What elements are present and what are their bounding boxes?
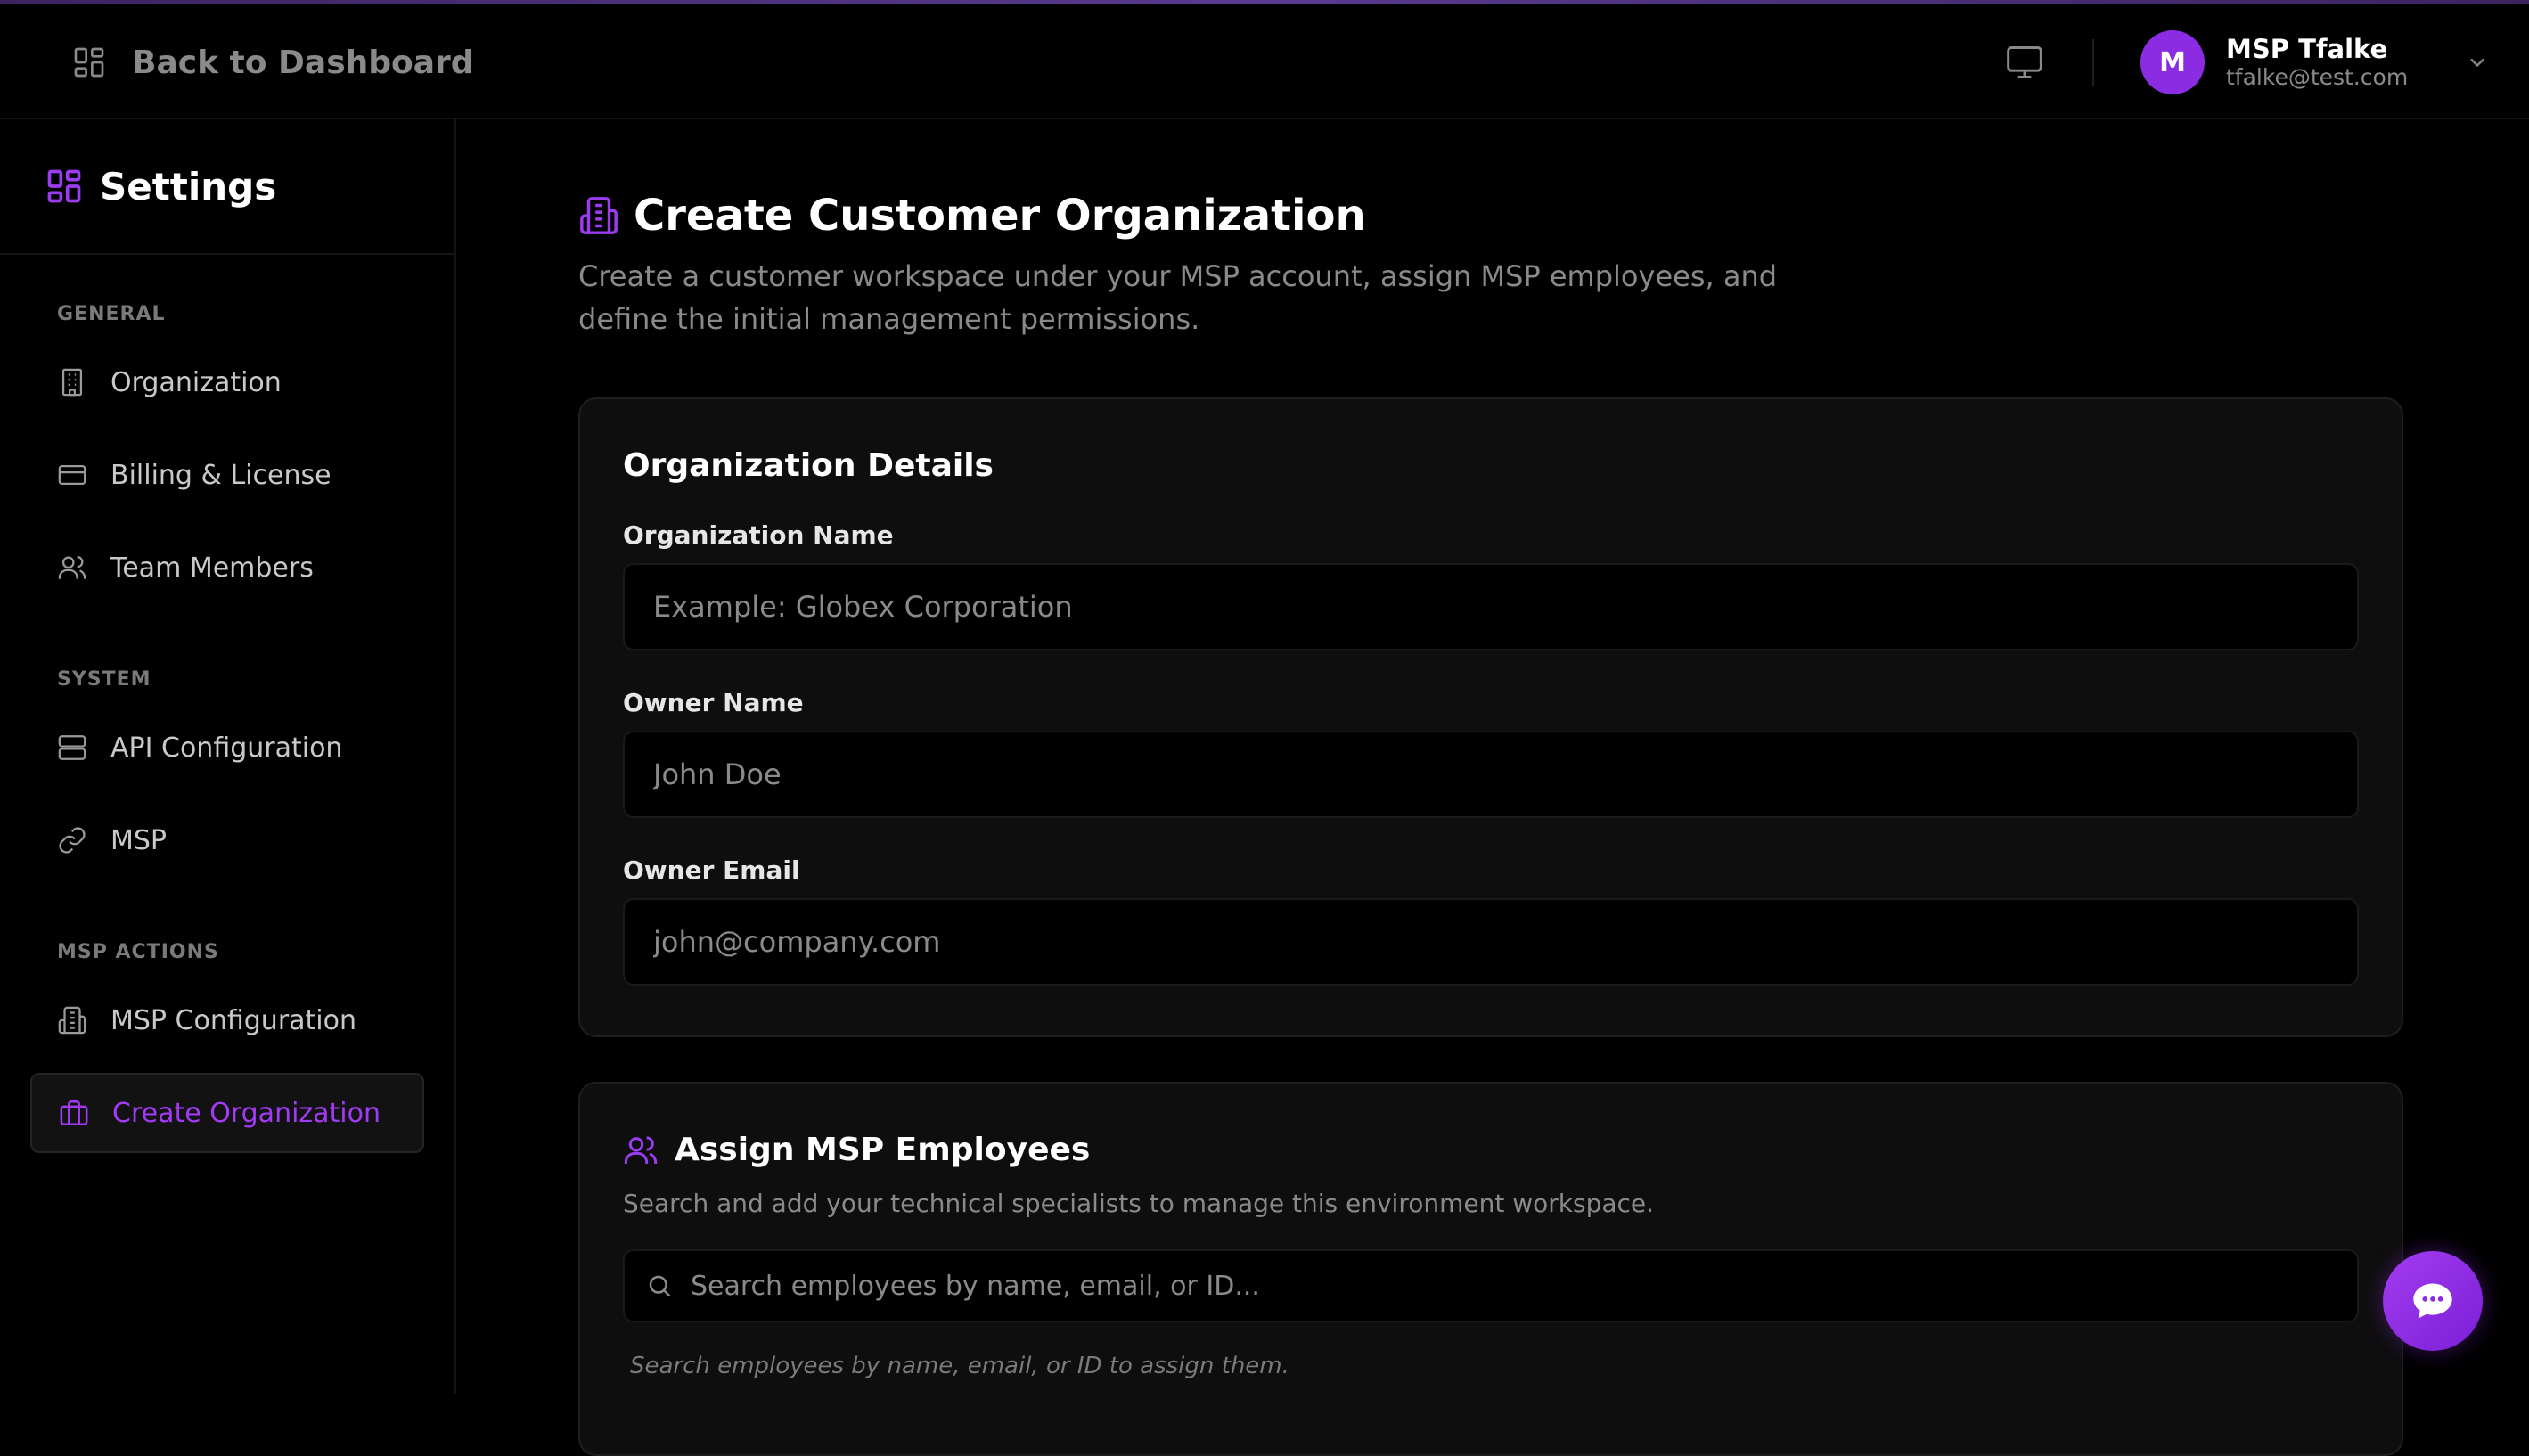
avatar: M: [2140, 30, 2205, 94]
chevron-down-icon: [2470, 58, 2485, 68]
building-2-icon: [58, 1006, 86, 1035]
sidebar-title: Settings: [100, 164, 277, 209]
sidebar-header: Settings: [0, 119, 454, 255]
sidebar-item-label: Create Organization: [112, 1097, 381, 1129]
sidebar-item-label: Team Members: [110, 552, 314, 584]
assign-employees-header: Assign MSP Employees: [623, 1132, 1090, 1168]
link-icon: [59, 827, 86, 854]
building-2-icon: [580, 197, 618, 234]
users-icon: [58, 555, 86, 579]
settings-grid-icon: [47, 169, 81, 203]
employee-search-box: [623, 1249, 2359, 1322]
sidebar-item-label: Billing & License: [110, 459, 331, 491]
header-divider: [2092, 39, 2094, 86]
owner-email-label: Owner Email: [623, 855, 800, 885]
users-icon: [624, 1135, 658, 1164]
page-header: Create Customer Organization: [578, 191, 1366, 241]
assign-employees-description: Search and add your technical specialist…: [623, 1189, 1655, 1218]
card-title: Organization Details: [623, 447, 994, 484]
user-info: MSP Tfalke tfalke@test.com: [2226, 34, 2408, 91]
sidebar-item-team-members[interactable]: Team Members: [30, 528, 424, 608]
organization-name-input[interactable]: [623, 563, 2359, 650]
owner-name-input[interactable]: [623, 731, 2359, 818]
owner-name-label: Owner Name: [623, 688, 804, 717]
card-title: Assign MSP Employees: [675, 1132, 1091, 1168]
sidebar-item-create-organization[interactable]: Create Organization: [30, 1073, 424, 1153]
back-to-dashboard-button[interactable]: Back to Dashboard: [71, 41, 474, 84]
chat-bubble-icon: [2413, 1283, 2452, 1319]
sidebar-item-organization[interactable]: Organization: [30, 342, 424, 422]
sidebar-item-api-configuration[interactable]: API Configuration: [30, 708, 424, 788]
dashboard-grid-icon: [74, 47, 104, 78]
sidebar-item-label: MSP: [110, 824, 168, 856]
credit-card-icon: [58, 464, 86, 486]
sidebar-item-label: MSP Configuration: [110, 1004, 357, 1036]
owner-email-input[interactable]: [623, 898, 2359, 986]
sidebar-section-general: GENERAL: [57, 303, 166, 325]
main-content: Create Customer Organization Create a cu…: [458, 119, 2529, 1456]
employee-search-hint: Search employees by name, email, or ID t…: [630, 1353, 1289, 1379]
employee-search-input[interactable]: [691, 1251, 2357, 1321]
page-title: Create Customer Organization: [634, 191, 1366, 241]
sidebar-item-billing[interactable]: Billing & License: [30, 435, 424, 515]
organization-name-label: Organization Name: [623, 520, 894, 550]
top-header: Back to Dashboard M MSP Tfalke tfalke@te…: [0, 4, 2529, 119]
user-email: tfalke@test.com: [2226, 64, 2409, 90]
chat-button[interactable]: [2383, 1251, 2483, 1351]
sidebar-item-msp-configuration[interactable]: MSP Configuration: [30, 980, 424, 1060]
sidebar-section-msp-actions: MSP ACTIONS: [57, 941, 219, 963]
user-name: MSP Tfalke: [2226, 34, 2388, 64]
monitor-icon[interactable]: [2003, 43, 2046, 82]
sidebar-section-system: SYSTEM: [57, 668, 151, 691]
settings-sidebar: Settings GENERAL Organization Billing & …: [0, 119, 456, 1394]
search-icon: [649, 1275, 671, 1297]
sidebar-item-label: API Configuration: [110, 732, 343, 764]
server-icon: [58, 735, 86, 760]
building-icon: [61, 368, 83, 397]
page-description: Create a customer workspace under your M…: [578, 259, 1778, 336]
organization-details-card: Organization Details Organization Name O…: [578, 397, 2403, 1037]
sidebar-item-msp[interactable]: MSP: [30, 800, 424, 880]
briefcase-icon: [60, 1100, 88, 1126]
user-menu[interactable]: M MSP Tfalke tfalke@test.com: [2140, 29, 2490, 96]
back-to-dashboard-label: Back to Dashboard: [132, 44, 474, 81]
sidebar-item-label: Organization: [110, 366, 282, 398]
assign-employees-card: Assign MSP Employees Search and add your…: [578, 1082, 2403, 1456]
